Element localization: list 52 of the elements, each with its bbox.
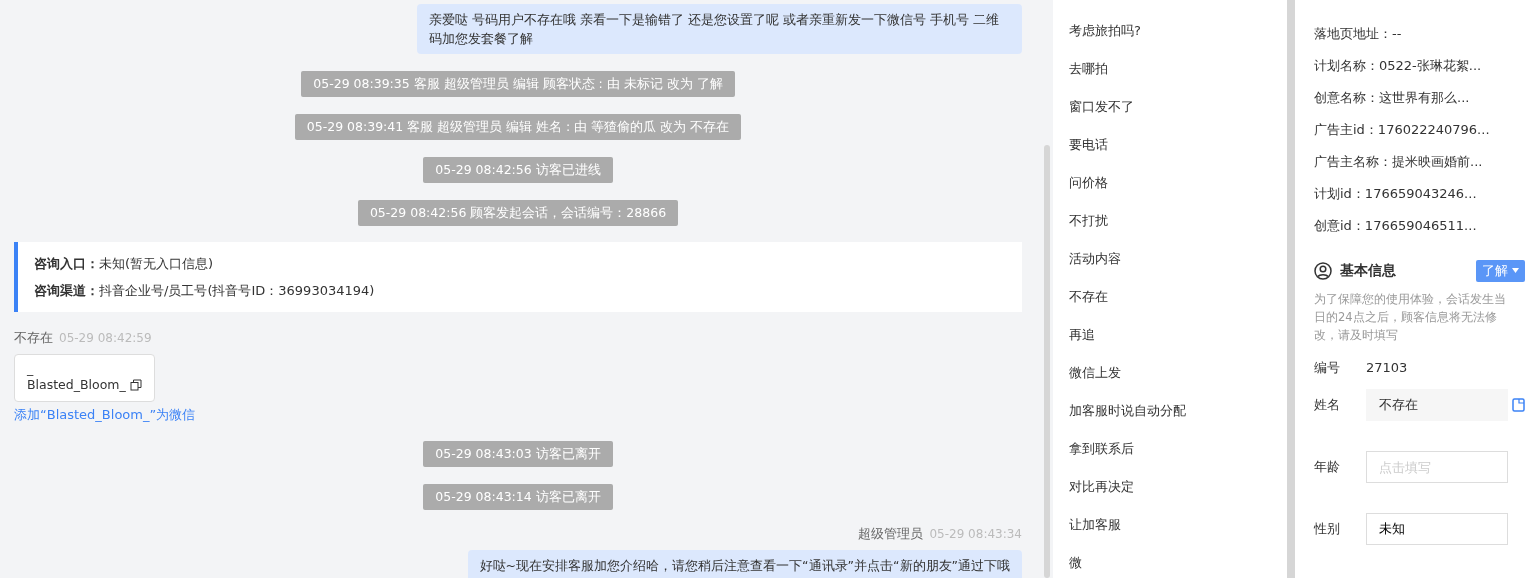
info-note: 为了保障您的使用体验，会话发生当日的24点之后，顾客信息将无法修改，请及时填写 [1314, 290, 1507, 344]
scrollbar-thumb[interactable] [1044, 145, 1050, 578]
quick-reply-item[interactable]: 窗口发不了 [1069, 88, 1287, 126]
card-text: Blasted_Bloom_ [27, 376, 126, 393]
input-field[interactable]: 未知 [1366, 513, 1508, 545]
ad-info-line: 广告主名称：提米映画婚前... [1314, 153, 1484, 171]
quick-reply-item[interactable]: 拿到联系后 [1069, 430, 1287, 468]
system-notice: 05-29 08:39:41 客服 超级管理员 编辑 姓名 : 由 等猹偷的瓜 改为 不存在 [294, 114, 742, 140]
system-notice: 05-29 08:43:14 访客已离开 [423, 484, 613, 510]
system-notice: 05-29 08:39:35 客服 超级管理员 编辑 顾客状态 : 由 未标记 改为 了解 [301, 71, 735, 97]
sender-name: 超级管理员 [858, 526, 924, 541]
ad-info-line: 落地页地址：-- [1314, 25, 1403, 43]
quick-reply-item[interactable]: 对比再决定 [1069, 468, 1287, 506]
ad-info-line: 广告主id：176022240796... [1314, 121, 1491, 139]
ad-info-line: 计划id：176659043246... [1314, 185, 1478, 203]
field-label: 编号 [1314, 358, 1341, 377]
ad-info-line: 创意id：176659046511... [1314, 217, 1478, 235]
quick-reply-item[interactable]: 去哪拍 [1069, 50, 1287, 88]
quick-reply-item[interactable]: 再追 [1069, 316, 1287, 354]
quick-reply-item[interactable]: 不存在 [1069, 278, 1287, 316]
field-value: 27103 [1366, 358, 1408, 377]
quick-reply-item[interactable]: 要电话 [1069, 126, 1287, 164]
ad-info-line: 创意名称：这世界有那么... [1314, 89, 1471, 107]
card-text: _ [27, 360, 34, 377]
quick-reply-item[interactable]: 活动内容 [1069, 240, 1287, 278]
quick-reply-item[interactable]: 微 [1069, 544, 1287, 578]
copy-icon[interactable] [129, 378, 142, 391]
source-info-line: 咨询入口：未知(暂无入口信息) [34, 255, 215, 273]
message-time: 05-29 08:43:34 [929, 527, 1022, 541]
user-circle-icon [1314, 261, 1332, 280]
message-bubble: 好哒~现在安排客服加您介绍哈，请您稍后注意查看一下“通讯录”并点击“新的朋友”通过下哦 [467, 549, 1022, 578]
field-label: 性别 [1314, 520, 1341, 539]
message-bubble: 亲爱哒 号码用户不存在哦 亲看一下是输错了 还是您设置了呢 或者亲重新发一下微信号 手机号 二维码加您发套餐了解 [417, 4, 1022, 54]
system-notice: 05-29 08:43:03 访客已离开 [423, 441, 613, 467]
field-label: 年龄 [1314, 458, 1341, 477]
field-label: 姓名 [1314, 396, 1341, 415]
ad-info-line: 计划名称：0522-张琳花絮... [1314, 57, 1483, 75]
quick-reply-item[interactable]: 让加客服 [1069, 506, 1287, 544]
section-title: 基本信息 [1340, 261, 1396, 281]
system-notice: 05-29 08:42:56 顾客发起会话，会话编号：28866 [357, 200, 679, 226]
quick-reply-item[interactable]: 加客服时说自动分配 [1069, 392, 1287, 430]
quick-reply-item[interactable]: 问价格 [1069, 164, 1287, 202]
system-notice: 05-29 08:42:56 访客已进线 [423, 157, 613, 183]
quick-reply-item[interactable]: 不打扰 [1069, 202, 1287, 240]
name-field: 不存在 [1366, 389, 1508, 421]
quick-reply-item[interactable]: 考虑旅拍吗? [1069, 12, 1287, 50]
message-time: 05-29 08:42:59 [59, 331, 152, 345]
source-info-line: 咨询渠道：抖音企业号/员工号(抖音号ID：36993034194) [34, 282, 376, 300]
add-wechat-link[interactable]: 添加“Blasted_Bloom_”为微信 [14, 404, 196, 424]
quick-reply-item[interactable]: 微信上发 [1069, 354, 1287, 392]
sender-name: 不存在 [14, 330, 53, 345]
caret-icon [1512, 268, 1519, 274]
